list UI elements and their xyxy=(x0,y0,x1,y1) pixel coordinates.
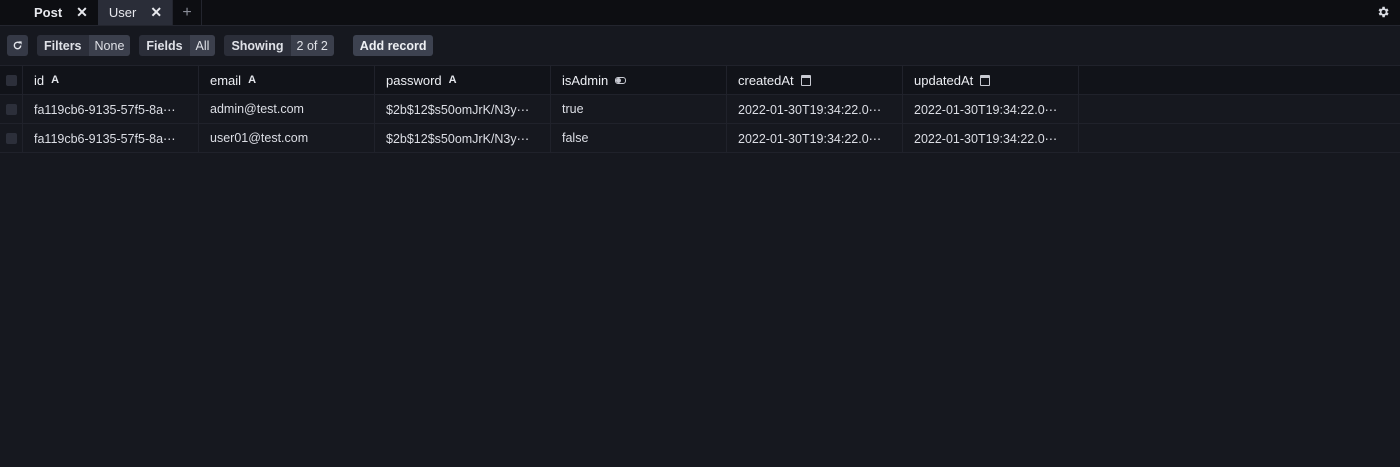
add-record-button[interactable]: Add record xyxy=(352,35,434,56)
filters-value: None xyxy=(88,35,131,56)
tab-bar-spacer xyxy=(0,0,23,25)
tab-bar: Post ✕ User ✕ + xyxy=(0,0,1400,26)
table-header-row: id A email A password A isAdmin createdA… xyxy=(0,66,1400,95)
column-name: isAdmin xyxy=(562,72,609,88)
refresh-button[interactable] xyxy=(7,35,28,56)
refresh-icon xyxy=(13,41,22,50)
cell-id[interactable]: fa119cb6-9135-57f5-8a⋯ xyxy=(23,95,199,123)
select-all-checkbox[interactable] xyxy=(0,66,23,94)
cell-updatedat[interactable]: 2022-01-30T19:34:22.0⋯ xyxy=(903,124,1079,152)
close-icon[interactable]: ✕ xyxy=(76,4,88,21)
fields-label: Fields xyxy=(139,35,190,56)
column-name: email xyxy=(210,72,242,88)
toggle-icon xyxy=(615,76,627,84)
cell-updatedat[interactable]: 2022-01-30T19:34:22.0⋯ xyxy=(903,95,1079,123)
add-tab-button[interactable]: + xyxy=(172,0,203,25)
toolbar: Filters None Fields All Showing 2 of 2 A… xyxy=(0,26,1400,66)
text-type-icon: A xyxy=(248,74,257,86)
column-name: createdAt xyxy=(738,72,794,88)
tab-label: Post xyxy=(34,5,63,20)
row-checkbox[interactable] xyxy=(0,124,23,152)
text-type-icon: A xyxy=(51,74,60,86)
column-header-updatedat[interactable]: updatedAt xyxy=(903,66,1079,94)
column-name: password xyxy=(386,72,442,88)
cell-createdat[interactable]: 2022-01-30T19:34:22.0⋯ xyxy=(727,124,903,152)
showing-button[interactable]: Showing 2 of 2 xyxy=(224,35,334,56)
column-header-password[interactable]: password A xyxy=(375,66,551,94)
showing-label: Showing xyxy=(224,35,291,56)
cell-createdat[interactable]: 2022-01-30T19:34:22.0⋯ xyxy=(727,95,903,123)
cell-email[interactable]: user01@test.com xyxy=(199,124,375,152)
tab-label: User xyxy=(108,5,137,20)
close-icon[interactable]: ✕ xyxy=(150,4,162,21)
calendar-icon xyxy=(980,74,991,86)
fields-value: All xyxy=(189,35,216,56)
text-type-icon: A xyxy=(448,74,457,86)
tab-user[interactable]: User ✕ xyxy=(97,0,173,25)
cell-id[interactable]: fa119cb6-9135-57f5-8a⋯ xyxy=(23,124,199,152)
tab-post[interactable]: Post ✕ xyxy=(23,0,98,25)
filters-button[interactable]: Filters None xyxy=(37,35,131,56)
table-row[interactable]: fa119cb6-9135-57f5-8a⋯ user01@test.com $… xyxy=(0,124,1400,153)
column-header-createdat[interactable]: createdAt xyxy=(727,66,903,94)
column-name: updatedAt xyxy=(914,72,974,88)
cell-password[interactable]: $2b$12$s50omJrK/N3y⋯ xyxy=(375,95,551,123)
filters-label: Filters xyxy=(37,35,89,56)
column-name: id xyxy=(34,72,45,88)
table-row[interactable]: fa119cb6-9135-57f5-8a⋯ admin@test.com $2… xyxy=(0,95,1400,124)
records-table: id A email A password A isAdmin createdA… xyxy=(0,66,1400,153)
gear-icon[interactable] xyxy=(1375,4,1391,20)
cell-password[interactable]: $2b$12$s50omJrK/N3y⋯ xyxy=(375,124,551,152)
column-header-email[interactable]: email A xyxy=(199,66,375,94)
row-checkbox[interactable] xyxy=(0,95,23,123)
cell-isadmin[interactable]: false xyxy=(551,124,727,152)
showing-value: 2 of 2 xyxy=(290,35,334,56)
column-header-isadmin[interactable]: isAdmin xyxy=(551,66,727,94)
fields-button[interactable]: Fields All xyxy=(139,35,216,56)
cell-email[interactable]: admin@test.com xyxy=(199,95,375,123)
calendar-icon xyxy=(800,74,811,86)
cell-isadmin[interactable]: true xyxy=(551,95,727,123)
column-header-id[interactable]: id A xyxy=(23,66,199,94)
